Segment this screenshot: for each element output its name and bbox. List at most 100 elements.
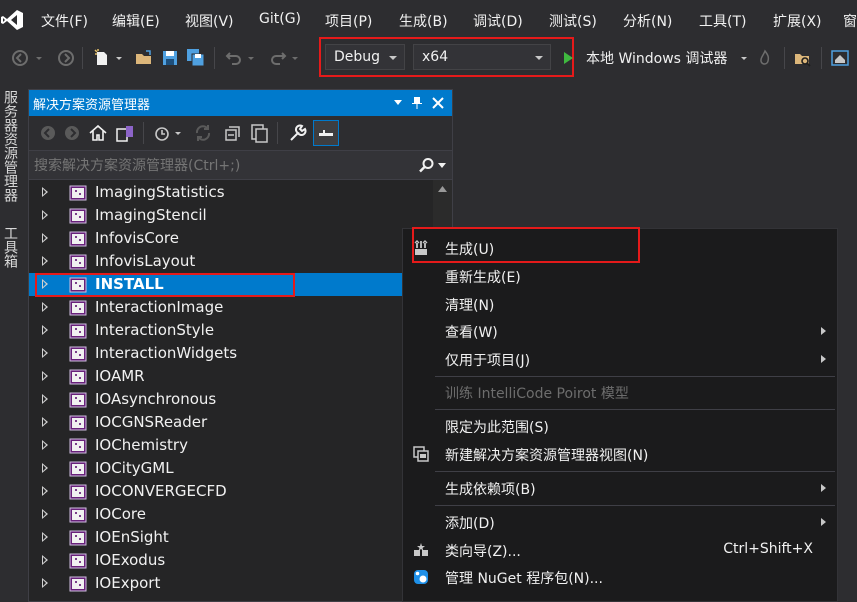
back-dropdown-icon[interactable] <box>34 48 44 68</box>
menu-item-view[interactable]: 查看(W) <box>403 317 837 345</box>
expand-arrow-icon[interactable] <box>42 509 48 519</box>
expand-arrow-icon[interactable] <box>42 233 48 243</box>
tree-item[interactable]: INSTALL <box>29 273 433 296</box>
menu-extensions[interactable]: 扩展(X) <box>773 11 822 31</box>
debugger-dropdown-icon[interactable] <box>739 48 749 68</box>
menu-item-scope-to-this[interactable]: 限定为此范围(S) <box>403 412 837 440</box>
menu-file[interactable]: 文件(F) <box>41 11 88 31</box>
expand-arrow-icon[interactable] <box>42 440 48 450</box>
expand-arrow-icon[interactable] <box>42 371 48 381</box>
menu-debug[interactable]: 调试(D) <box>473 11 523 31</box>
new-item-icon[interactable] <box>92 48 112 68</box>
tree-item[interactable]: IOCONVERGECFD <box>29 480 433 503</box>
menu-item-build[interactable]: 生成(U) <box>403 234 837 262</box>
expand-arrow-icon[interactable] <box>42 555 48 565</box>
expand-arrow-icon[interactable] <box>42 187 48 197</box>
menu-git[interactable]: Git(G) <box>259 11 301 27</box>
tree-item[interactable]: InteractionStyle <box>29 319 433 342</box>
menu-build[interactable]: 生成(B) <box>399 11 448 31</box>
tree-item[interactable]: IOExport <box>29 572 433 595</box>
find-in-files-icon[interactable] <box>793 48 813 68</box>
filter-dropdown-icon[interactable] <box>173 123 183 143</box>
menu-project[interactable]: 项目(P) <box>325 11 372 31</box>
switch-views-icon[interactable] <box>115 123 135 143</box>
visual-studio-logo-icon <box>1 10 23 30</box>
show-all-files-icon[interactable] <box>249 123 269 143</box>
tree-item[interactable]: IOCityGML <box>29 457 433 480</box>
expand-arrow-icon[interactable] <box>42 325 48 335</box>
menu-item-new-se-view[interactable]: 新建解决方案资源管理器视图(N) <box>403 440 837 468</box>
save-all-icon[interactable] <box>186 48 206 68</box>
menu-item-build-dependencies[interactable]: 生成依赖项(B) <box>403 474 837 502</box>
tree-item[interactable]: IOCore <box>29 503 433 526</box>
pin-icon[interactable] <box>411 96 423 110</box>
menu-view[interactable]: 视图(V) <box>185 11 234 31</box>
undo-dropdown-icon[interactable] <box>246 48 256 68</box>
menu-item-project-only[interactable]: 仅用于项目(J) <box>403 345 837 373</box>
expand-arrow-icon[interactable] <box>42 394 48 404</box>
collapse-all-icon[interactable] <box>223 123 243 143</box>
tree-item[interactable]: IOCGNSReader <box>29 411 433 434</box>
expand-arrow-icon[interactable] <box>42 532 48 542</box>
tree-item[interactable]: IOChemistry <box>29 434 433 457</box>
hot-reload-icon[interactable] <box>758 48 772 68</box>
menu-item-manage-nuget[interactable]: 管理 NuGet 程序包(N)... <box>403 563 837 591</box>
tree-item[interactable]: ImagingStatistics <box>29 181 433 204</box>
menu-edit[interactable]: 编辑(E) <box>112 11 160 31</box>
forward-icon[interactable] <box>62 123 82 143</box>
menu-item-add[interactable]: 添加(D) <box>403 508 837 536</box>
scroll-up-icon[interactable] <box>438 186 447 192</box>
tree-item[interactable]: InteractionWidgets <box>29 342 433 365</box>
navigate-back-icon[interactable] <box>10 48 30 68</box>
menu-tools[interactable]: 工具(T) <box>699 11 746 31</box>
tree-item[interactable]: ImagingStencil <box>29 204 433 227</box>
expand-arrow-icon[interactable] <box>42 463 48 473</box>
close-icon[interactable] <box>432 97 444 109</box>
new-item-dropdown-icon[interactable] <box>114 48 124 68</box>
tree-item[interactable]: IOExodus <box>29 549 433 572</box>
properties-wrench-icon[interactable] <box>287 123 307 143</box>
browser-link-icon[interactable] <box>830 48 850 68</box>
server-explorer-tab[interactable]: 服务器资源管理器 <box>1 90 19 202</box>
preview-selected-items-button[interactable] <box>313 120 339 146</box>
tree-item[interactable]: IOAMR <box>29 365 433 388</box>
configuration-dropdown[interactable]: Debug <box>325 44 405 70</box>
toolbox-tab[interactable]: 工具箱 <box>1 226 19 268</box>
expand-arrow-icon[interactable] <box>42 486 48 496</box>
menu-window[interactable]: 窗 <box>843 11 857 31</box>
expand-arrow-icon[interactable] <box>42 210 48 220</box>
window-position-dropdown-icon[interactable] <box>393 99 403 107</box>
menu-item-clean[interactable]: 清理(N) <box>403 290 837 318</box>
expand-arrow-icon[interactable] <box>42 256 48 266</box>
search-input[interactable] <box>34 156 406 176</box>
navigate-forward-icon[interactable] <box>56 48 76 68</box>
pending-changes-filter-icon[interactable] <box>153 123 173 143</box>
open-folder-icon[interactable] <box>134 48 154 68</box>
save-icon[interactable] <box>160 48 180 68</box>
tree-item[interactable]: IOEnSight <box>29 526 433 549</box>
start-debugging-icon[interactable] <box>561 48 575 68</box>
expand-arrow-icon[interactable] <box>42 302 48 312</box>
debugger-label[interactable]: 本地 Windows 调试器 <box>586 48 727 68</box>
sync-icon[interactable] <box>193 123 213 143</box>
search-options-dropdown-icon[interactable] <box>438 163 446 169</box>
redo-icon[interactable] <box>268 48 288 68</box>
expand-arrow-icon[interactable] <box>42 279 48 289</box>
menu-item-class-wizard[interactable]: 类向导(Z)... Ctrl+Shift+X <box>403 536 837 564</box>
back-icon[interactable] <box>38 123 58 143</box>
tree-item[interactable]: IOAsynchronous <box>29 388 433 411</box>
menu-analyze[interactable]: 分析(N) <box>623 11 672 31</box>
undo-icon[interactable] <box>224 48 244 68</box>
expand-arrow-icon[interactable] <box>42 417 48 427</box>
expand-arrow-icon[interactable] <box>42 348 48 358</box>
search-icon[interactable] <box>418 157 435 174</box>
home-icon[interactable] <box>88 123 108 143</box>
tree-item[interactable]: InteractionImage <box>29 296 433 319</box>
platform-dropdown[interactable]: x64 <box>413 44 551 70</box>
menu-item-rebuild[interactable]: 重新生成(E) <box>403 262 837 290</box>
menu-test[interactable]: 测试(S) <box>549 11 597 31</box>
tree-item[interactable]: InfovisLayout <box>29 250 433 273</box>
tree-item[interactable]: InfovisCore <box>29 227 433 250</box>
expand-arrow-icon[interactable] <box>42 578 48 588</box>
redo-dropdown-icon[interactable] <box>290 48 300 68</box>
